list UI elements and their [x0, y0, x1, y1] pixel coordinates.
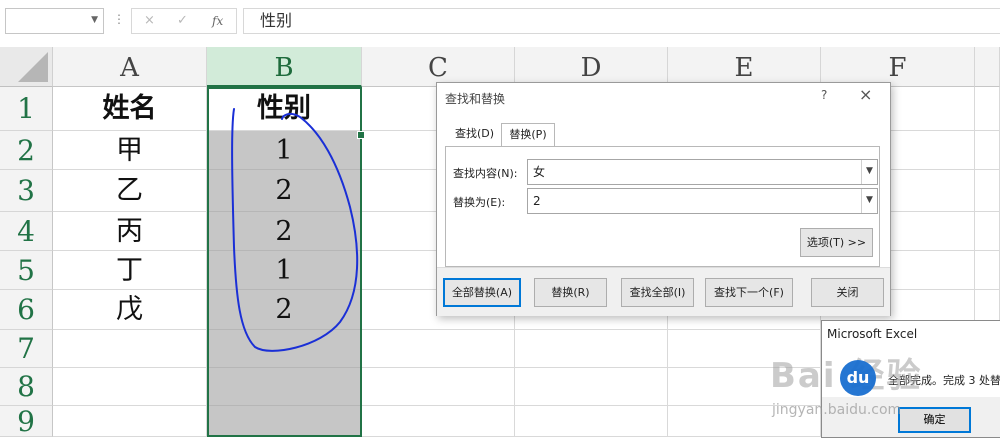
cell-d7[interactable] — [515, 330, 668, 368]
row-header-4[interactable]: 4 — [0, 212, 53, 251]
close-icon[interactable]: × — [859, 85, 872, 104]
cell-b1[interactable]: 性别 — [207, 87, 362, 131]
find-all-button[interactable]: 查找全部(I) — [621, 278, 694, 307]
chevron-down-icon[interactable]: ▼ — [91, 15, 98, 25]
close-button[interactable]: 关闭 — [811, 278, 884, 307]
fill-handle[interactable] — [357, 131, 365, 139]
row-header-6[interactable]: 6 — [0, 290, 53, 330]
message-titlebar: Microsoft Excel — [822, 321, 1000, 349]
cell-d9[interactable] — [515, 406, 668, 437]
select-all-button[interactable] — [0, 47, 53, 87]
cell-a1[interactable]: 姓名 — [53, 87, 207, 131]
column-header-partial[interactable] — [975, 47, 1000, 87]
cell-g5[interactable] — [975, 251, 1000, 290]
cell-g2[interactable] — [975, 131, 1000, 170]
replace-button[interactable]: 替换(R) — [534, 278, 607, 307]
row-header-9[interactable]: 9 — [0, 406, 53, 437]
message-body: 全部完成。完成 3 处替 — [822, 349, 1000, 397]
row-header-8[interactable]: 8 — [0, 368, 53, 406]
cell-a5[interactable]: 丁 — [53, 251, 207, 290]
enter-icon[interactable]: ✓ — [177, 13, 188, 28]
formula-input[interactable]: 性别 — [243, 8, 1000, 34]
cell-b3[interactable]: 2 — [207, 170, 362, 212]
options-button[interactable]: 选项(T) >> — [800, 228, 873, 257]
cell-a7[interactable] — [53, 330, 207, 368]
formula-bar: ▼ ⋮ × ✓ fx 性别 — [0, 0, 1000, 44]
column-header-a[interactable]: A — [53, 47, 207, 87]
cell-e9[interactable] — [668, 406, 821, 437]
cell-c7[interactable] — [362, 330, 515, 368]
ok-button[interactable]: 确定 — [898, 407, 971, 433]
dialog-title: 查找和替换 — [445, 92, 506, 106]
cell-e8[interactable] — [668, 368, 821, 406]
replace-with-value: 2 — [533, 194, 541, 208]
cell-a9[interactable] — [53, 406, 207, 437]
excel-message-box: Microsoft Excel 全部完成。完成 3 处替 确定 — [821, 320, 1000, 438]
row-header-7[interactable]: 7 — [0, 330, 53, 368]
chevron-down-icon[interactable]: ▼ — [861, 160, 877, 184]
cell-a6[interactable]: 戊 — [53, 290, 207, 330]
cell-e7[interactable] — [668, 330, 821, 368]
row-header-5[interactable]: 5 — [0, 251, 53, 290]
more-options-icon: ⋮ — [113, 12, 125, 26]
row-header-3[interactable]: 3 — [0, 170, 53, 212]
cell-g1[interactable] — [975, 87, 1000, 131]
cell-b6[interactable]: 2 — [207, 290, 362, 330]
column-header-d[interactable]: D — [515, 47, 668, 87]
column-header-b[interactable]: B — [207, 47, 362, 87]
replace-panel: 查找内容(N): 女 ▼ 替换为(E): 2 ▼ 选项(T) >> — [445, 146, 880, 267]
column-header-e[interactable]: E — [668, 47, 821, 87]
insert-function-icon[interactable]: fx — [212, 14, 223, 28]
replace-with-label: 替换为(E): — [453, 196, 506, 209]
cell-b5[interactable]: 1 — [207, 251, 362, 290]
formula-buttons: × ✓ fx — [131, 8, 237, 34]
cancel-icon[interactable]: × — [144, 13, 155, 28]
cell-b4[interactable]: 2 — [207, 212, 362, 251]
message-text: 全部完成。完成 3 处替 — [888, 374, 1000, 387]
name-box[interactable]: ▼ — [5, 8, 104, 34]
cell-g3[interactable] — [975, 170, 1000, 212]
replace-with-input[interactable]: 2 ▼ — [527, 188, 878, 214]
select-all-triangle-icon — [18, 52, 48, 82]
cell-a8[interactable] — [53, 368, 207, 406]
cell-a3[interactable]: 乙 — [53, 170, 207, 212]
row-header-1[interactable]: 1 — [0, 87, 53, 131]
cell-g4[interactable] — [975, 212, 1000, 251]
replace-all-button[interactable]: 全部替换(A) — [443, 278, 521, 307]
cell-c8[interactable] — [362, 368, 515, 406]
help-icon[interactable]: ? — [821, 88, 827, 102]
cell-c9[interactable] — [362, 406, 515, 437]
cell-d8[interactable] — [515, 368, 668, 406]
cell-b8[interactable] — [207, 368, 362, 406]
column-header-f[interactable]: F — [821, 47, 975, 87]
cell-b9[interactable] — [207, 406, 362, 437]
message-title: Microsoft Excel — [827, 327, 918, 341]
find-what-value: 女 — [533, 165, 546, 179]
column-header-c[interactable]: C — [362, 47, 515, 87]
cell-b2[interactable]: 1 — [207, 131, 362, 170]
find-replace-dialog: 查找和替换 ? × 查找(D) 替换(P) 查找内容(N): 女 ▼ 替换为(E… — [436, 82, 891, 316]
cell-a2[interactable]: 甲 — [53, 131, 207, 170]
chevron-down-icon[interactable]: ▼ — [861, 189, 877, 213]
find-next-button[interactable]: 查找下一个(F) — [705, 278, 793, 307]
find-what-input[interactable]: 女 ▼ — [527, 159, 878, 185]
find-what-label: 查找内容(N): — [453, 167, 518, 180]
cell-a4[interactable]: 丙 — [53, 212, 207, 251]
cell-b7[interactable] — [207, 330, 362, 368]
tab-replace[interactable]: 替换(P) — [501, 123, 555, 147]
row-header-2[interactable]: 2 — [0, 131, 53, 170]
tab-find[interactable]: 查找(D) — [449, 123, 501, 147]
